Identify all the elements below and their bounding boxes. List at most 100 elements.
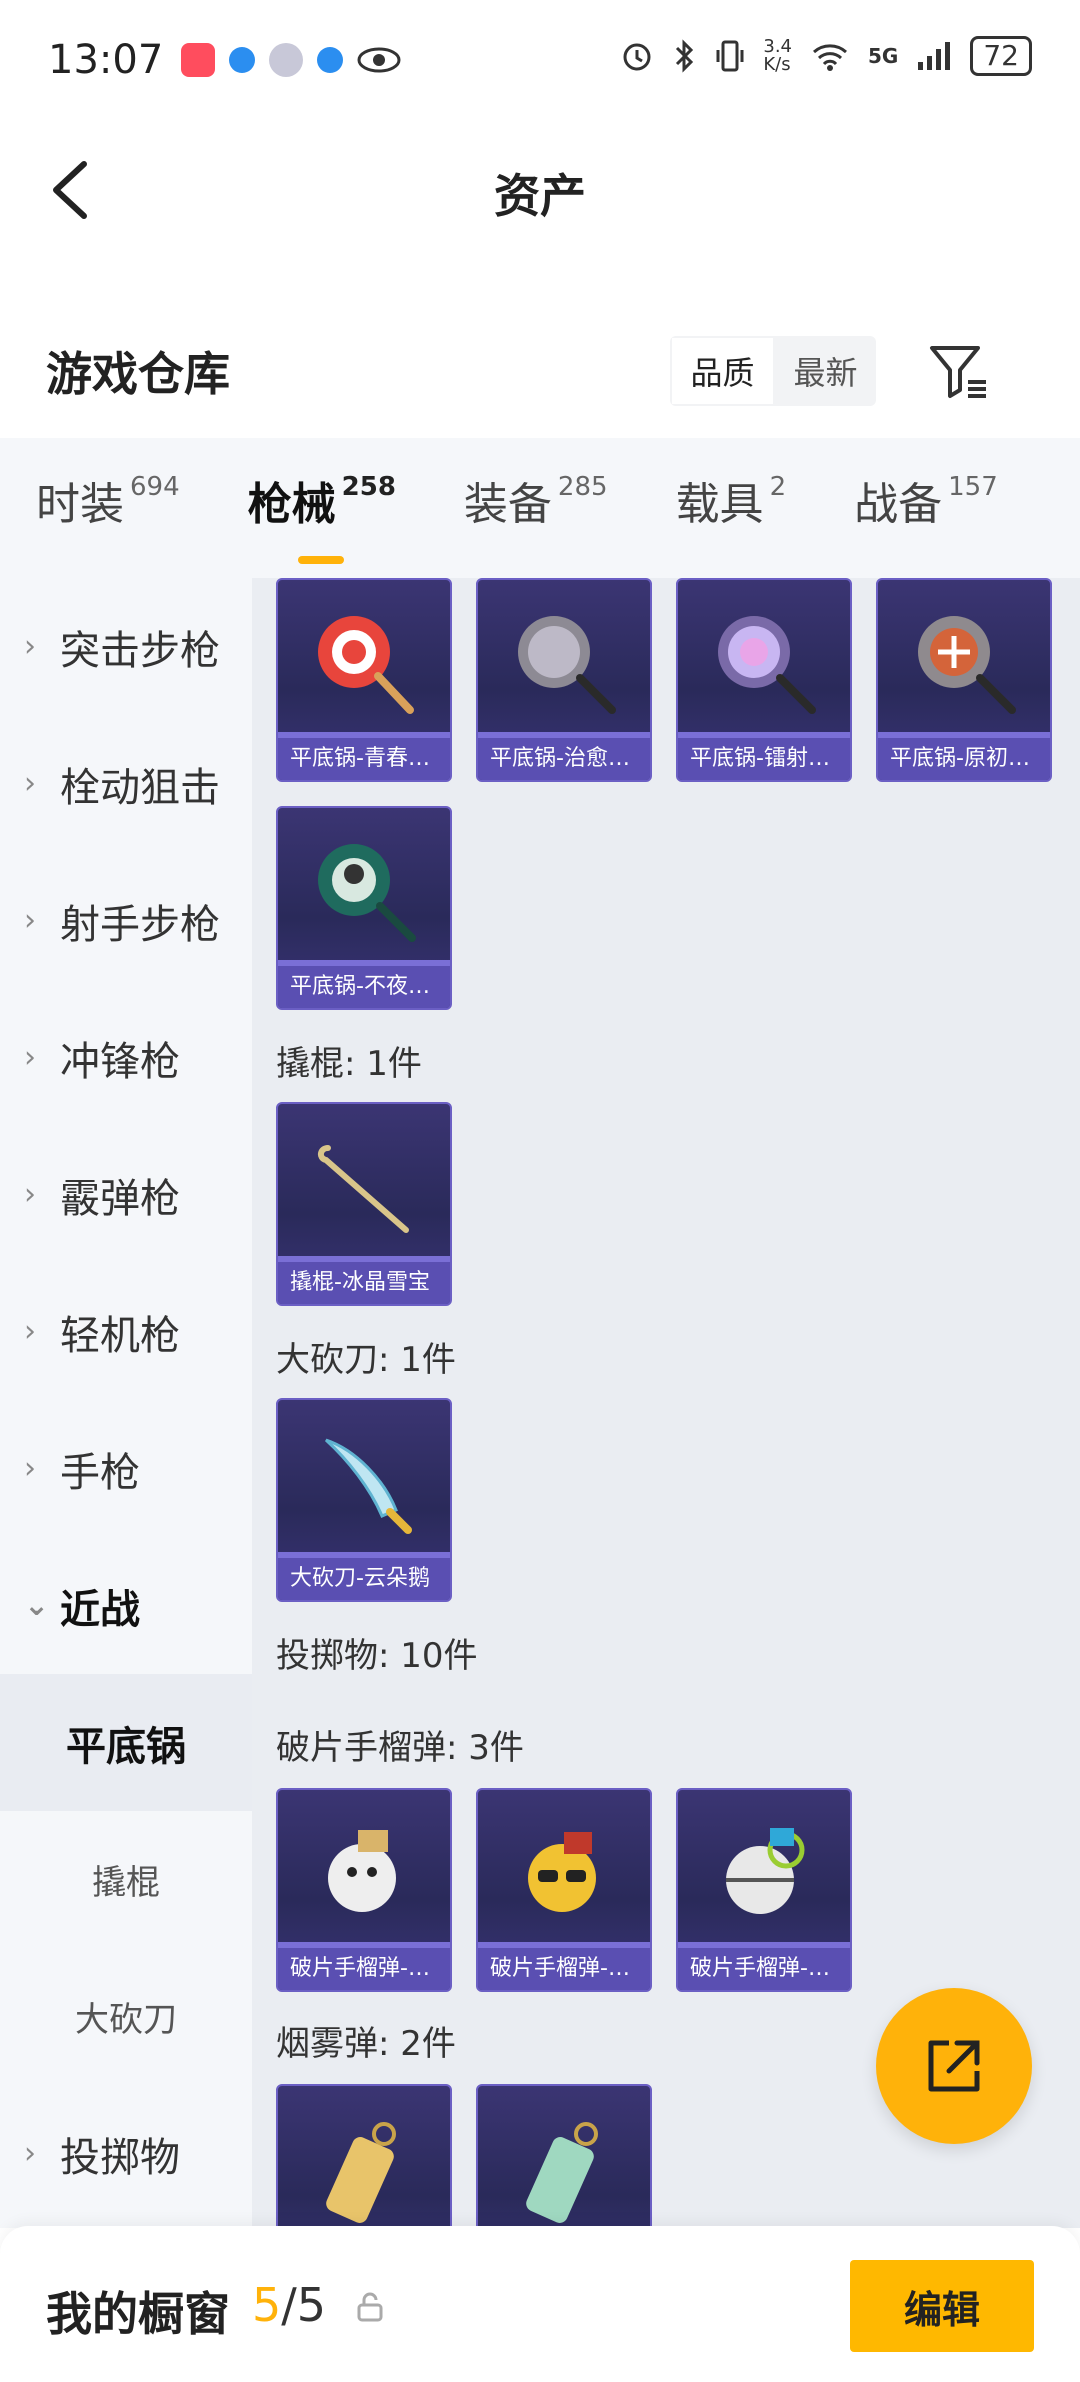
net-speed: 3.4 K/s (763, 36, 793, 75)
filter-button[interactable] (926, 338, 992, 404)
tab-label: 枪械 (247, 479, 336, 530)
sidebar-item-assault-rifle[interactable]: › 突击步枪 (0, 578, 252, 715)
item-card[interactable]: 平底锅-青春… (276, 578, 452, 782)
sidebar-item-label: 轻机枪 (60, 1312, 180, 1359)
sidebar-item-label: 近战 (60, 1586, 140, 1633)
grenade-icon (328, 1830, 396, 1912)
sort-toggle: 品质 最新 (670, 336, 876, 406)
item-card[interactable]: 平底锅-不夜… (276, 806, 452, 1010)
edit-button[interactable]: 编辑 (850, 2260, 1034, 2352)
category-sidebar: › 突击步枪 › 栓动狙击 › 射手步枪 › 冲锋枪 › 霰弹枪 › 轻机枪 › 手枪 ⌄ 近战… (0, 578, 252, 2228)
browser-icon-2 (317, 47, 344, 73)
sidebar-item-lmg[interactable]: › 轻机枪 (0, 1263, 252, 1400)
tab-count: 285 (557, 472, 608, 502)
tab-supplies[interactable]: 战备 157 (854, 468, 998, 548)
sidebar-item-melee[interactable]: ⌄ 近战 (0, 1537, 252, 1674)
item-card[interactable]: 平底锅-治愈… (476, 578, 652, 782)
chevron-right-icon: › (24, 1177, 36, 1212)
tab-count: 258 (341, 472, 396, 502)
item-name: 破片手榴弹-… (478, 1948, 650, 1990)
item-name: 撬棍-冰晶雪宝 (278, 1262, 450, 1304)
notification-icons (181, 43, 401, 77)
sidebar-item-label: 投掷物 (60, 2134, 180, 2181)
sidebar-item-pistol[interactable]: › 手枪 (0, 1400, 252, 1537)
group-label-machete: 大砍刀: 1件 (276, 1340, 456, 1380)
lock-icon (357, 2292, 383, 2322)
category-tabs: 时装 694 枪械 258 装备 285 载具 2 战备 157 (0, 438, 1080, 578)
pan-row-2: 平底锅-不夜… (276, 806, 452, 1010)
machete-row: 大砍刀-云朵鹅 (276, 1398, 452, 1602)
item-name: 平底锅-青春… (278, 738, 450, 780)
sidebar-item-shotgun[interactable]: › 霰弹枪 (0, 1126, 252, 1263)
group-label-smoke: 烟雾弹: 2件 (276, 2024, 456, 2064)
item-card[interactable]: 撬棍-冰晶雪宝 (276, 1102, 452, 1306)
sort-newest-button[interactable]: 最新 (775, 336, 876, 406)
pan-icon (318, 616, 414, 714)
sidebar-subitem-crowbar[interactable]: 撬棍 (0, 1811, 252, 1948)
showcase-current: 5 (252, 2278, 282, 2332)
pan-row-1: 平底锅-青春… 平底锅-治愈… 平底锅-镭射… 平底锅-原初… (276, 578, 1052, 782)
item-name: 破片手榴弹-… (678, 1948, 850, 1990)
tab-firearms[interactable]: 枪械 258 (247, 468, 396, 564)
chevron-right-icon: › (24, 1040, 36, 1075)
chevron-right-icon: › (24, 2136, 36, 2171)
tab-count: 2 (769, 472, 787, 502)
sidebar-item-smg[interactable]: › 冲锋枪 (0, 989, 252, 1126)
sidebar-subitem-pan[interactable]: 平底锅 (0, 1674, 252, 1811)
status-bar: 13:07 3.4 K/s 5G 72 (0, 0, 1080, 120)
item-name: 平底锅-治愈… (478, 738, 650, 780)
item-grid: 平底锅-青春… 平底锅-治愈… 平底锅-镭射… 平底锅-原初… 平底锅-不夜… … (252, 578, 1080, 2228)
sidebar-item-dmr[interactable]: › 射手步枪 (0, 852, 252, 989)
sidebar-item-label: 冲锋枪 (60, 1038, 180, 1085)
frag-row: 破片手榴弹-… 破片手榴弹-… 破片手榴弹-… (276, 1788, 852, 1992)
vibrate-icon (716, 40, 744, 72)
sidebar-item-label: 栓动狙击 (60, 764, 220, 811)
sidebar-item-label: 突击步枪 (60, 627, 220, 674)
sidebar-item-throwables[interactable]: › 投掷物 (0, 2085, 252, 2222)
avatar-notif-icon (269, 43, 304, 77)
item-name: 大砍刀-云朵鹅 (278, 1558, 450, 1600)
item-card[interactable]: 大砍刀-云朵鹅 (276, 1398, 452, 1602)
item-card[interactable]: 破片手榴弹-… (676, 1788, 852, 1992)
browser-icon (229, 47, 256, 73)
item-card[interactable]: 平底锅-原初… (876, 578, 1052, 782)
sidebar-item-bolt-sniper[interactable]: › 栓动狙击 (0, 715, 252, 852)
sidebar-subitem-machete[interactable]: 大砍刀 (0, 1948, 252, 2085)
filter-icon (930, 346, 986, 398)
chevron-right-icon: › (24, 1314, 36, 1349)
crowbar-row: 撬棍-冰晶雪宝 (276, 1102, 452, 1306)
chevron-right-icon: › (24, 766, 36, 801)
tab-label: 载具 (675, 479, 764, 530)
page-title: 资产 (494, 169, 586, 223)
item-name: 破片手榴弹-… (278, 1948, 450, 1990)
pan-icon (718, 616, 816, 714)
external-link-icon (928, 2040, 980, 2092)
item-card[interactable] (276, 2084, 452, 2228)
sort-quality-button[interactable]: 品质 (670, 336, 775, 406)
eye-icon (357, 47, 401, 73)
group-label-throwables: 投掷物: 10件 (276, 1636, 478, 1676)
warehouse-header: 游戏仓库 品质 最新 (0, 320, 1080, 420)
wifi-icon (813, 44, 848, 71)
tab-label: 装备 (463, 479, 552, 530)
item-name: 平底锅-不夜… (278, 966, 450, 1008)
tab-equipment[interactable]: 装备 285 (464, 468, 608, 548)
sidebar-item-label: 手枪 (60, 1449, 140, 1496)
group-label-crowbar: 撬棍: 1件 (276, 1044, 422, 1084)
nav-bar: 资产 (0, 120, 1080, 256)
tab-vehicles[interactable]: 载具 2 (676, 468, 787, 548)
bluetooth-icon (676, 39, 694, 73)
pan-icon (918, 616, 1016, 714)
showcase-title: 我的橱窗 (46, 2287, 230, 2341)
item-card[interactable]: 平底锅-镭射… (676, 578, 852, 782)
item-card[interactable] (476, 2084, 652, 2228)
smoke-grenade-icon (526, 2122, 598, 2223)
tab-fashion[interactable]: 时装 694 (36, 468, 180, 548)
item-card[interactable]: 破片手榴弹-… (476, 1788, 652, 1992)
chevron-right-icon: › (24, 903, 36, 938)
item-card[interactable]: 破片手榴弹-… (276, 1788, 452, 1992)
smoke-grenade-icon (326, 2122, 396, 2223)
share-button[interactable] (876, 1988, 1032, 2144)
tab-label: 战备 (854, 479, 943, 530)
signal-icon (918, 42, 951, 70)
